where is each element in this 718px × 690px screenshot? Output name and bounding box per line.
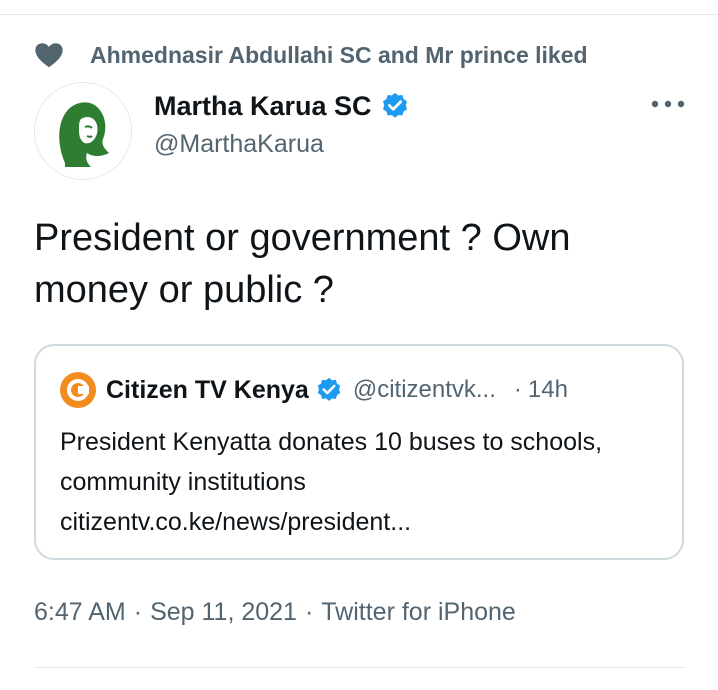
- tweet-text: President or government ? Own money or p…: [34, 217, 571, 311]
- heart-icon: [34, 40, 68, 70]
- tweet-time[interactable]: 6:47 AM: [34, 598, 126, 627]
- social-context: Ahmednasir Abdullahi SC and Mr prince li…: [34, 40, 588, 70]
- verified-badge-icon: [380, 91, 410, 121]
- author-display-name[interactable]: Martha Karua SC: [154, 91, 372, 122]
- author-name-row: Martha Karua SC: [154, 88, 410, 124]
- tweet-metadata: 6:47 AM · Sep 11, 2021 · Twitter for iPh…: [34, 598, 516, 627]
- bottom-divider: [34, 667, 684, 668]
- tweet-date[interactable]: Sep 11, 2021: [150, 598, 297, 627]
- social-context-text[interactable]: Ahmednasir Abdullahi SC and Mr prince li…: [90, 42, 588, 69]
- quoted-separator: ·: [513, 376, 522, 403]
- meta-separator: ·: [133, 598, 143, 626]
- quoted-tweet-header: Citizen TV Kenya @citizentvk... · 14h: [60, 372, 568, 408]
- quoted-tweet-text: President Kenyatta donates 10 buses to s…: [60, 428, 603, 536]
- author-block: Martha Karua SC @MarthaKarua: [154, 88, 410, 159]
- portrait-logo-icon: [35, 83, 131, 179]
- top-divider: [0, 14, 718, 15]
- quoted-author-name: Citizen TV Kenya: [106, 375, 309, 404]
- tweet-source: Twitter for iPhone: [321, 598, 516, 626]
- quoted-author-handle: @citizentvk...: [352, 376, 496, 403]
- citizen-logo-icon: [60, 372, 96, 408]
- verified-badge-icon: [315, 376, 343, 404]
- author-handle[interactable]: @MarthaKarua: [154, 130, 410, 159]
- meta-separator: ·: [304, 598, 314, 626]
- more-options-icon[interactable]: [648, 92, 688, 116]
- quoted-tweet-card[interactable]: Citizen TV Kenya @citizentvk... · 14h Pr…: [34, 344, 684, 560]
- quoted-timestamp: 14h: [527, 376, 568, 403]
- author-avatar[interactable]: [34, 82, 132, 180]
